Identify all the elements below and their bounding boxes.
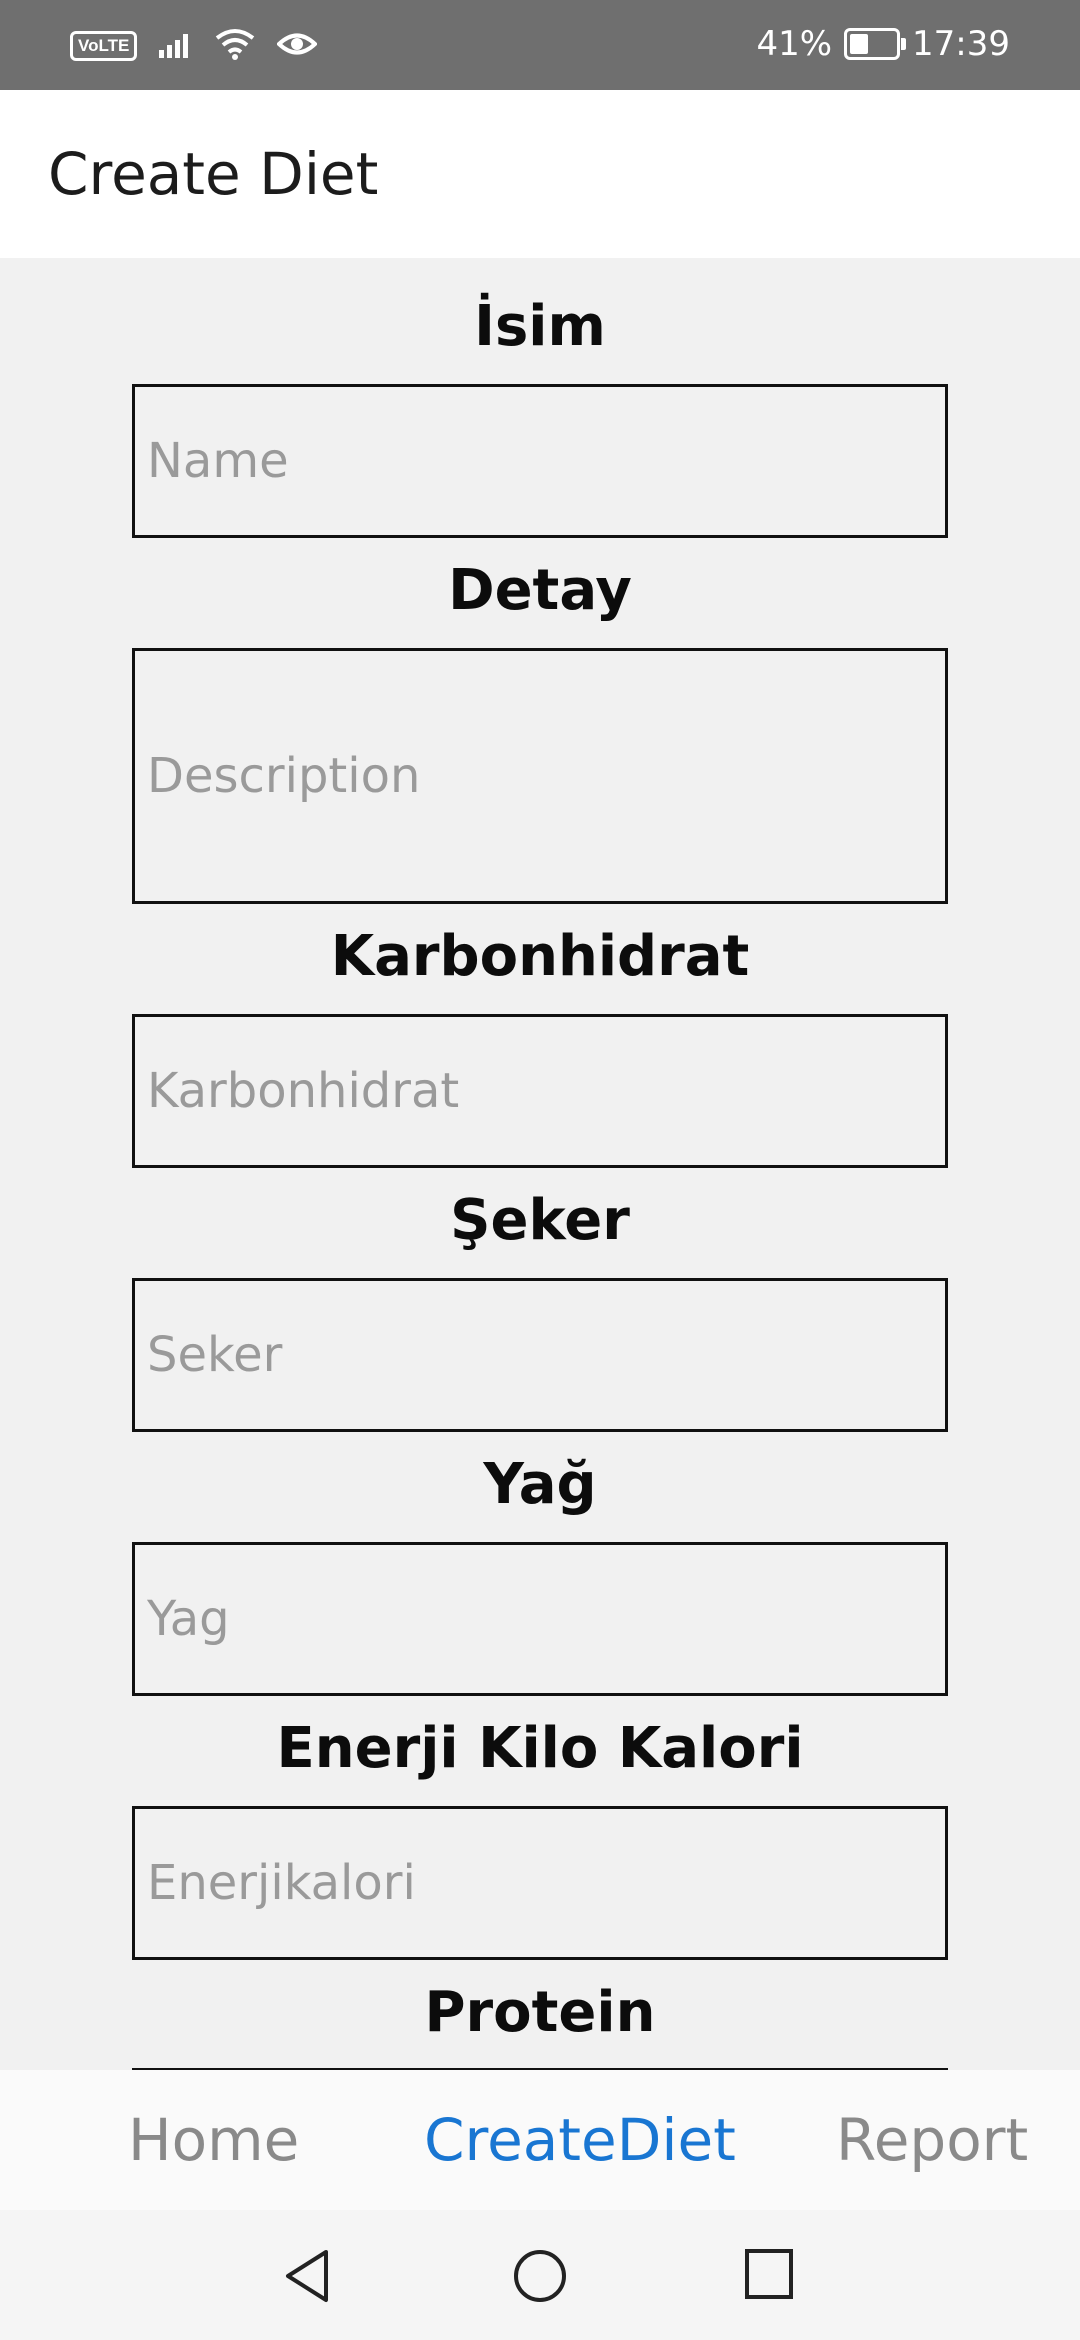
name-input[interactable]: Name bbox=[132, 384, 948, 538]
nav-report[interactable]: Report bbox=[836, 2106, 1028, 2174]
home-icon[interactable] bbox=[512, 2248, 568, 2308]
label-protein: Protein bbox=[424, 1980, 656, 2045]
wifi-icon bbox=[215, 28, 255, 64]
fat-input[interactable]: Yag bbox=[132, 1542, 948, 1696]
carbohydrate-input[interactable]: Karbonhidrat bbox=[132, 1014, 948, 1168]
nav-create-diet[interactable]: CreateDiet bbox=[424, 2106, 736, 2174]
app-bar: Create Diet bbox=[0, 90, 1080, 258]
label-sugar: Şeker bbox=[450, 1188, 630, 1253]
nav-home[interactable]: Home bbox=[128, 2106, 299, 2174]
clock: 17:39 bbox=[912, 24, 1010, 64]
signal-icon bbox=[159, 30, 193, 62]
label-carbohydrate: Karbonhidrat bbox=[330, 924, 750, 989]
description-input[interactable]: Description bbox=[132, 648, 948, 904]
eye-icon bbox=[276, 29, 319, 63]
battery-percent: 41% bbox=[756, 24, 833, 64]
bottom-navigation: Home CreateDiet Report bbox=[0, 2070, 1080, 2210]
status-left-icons: VoLTE bbox=[70, 28, 319, 64]
label-description: Detay bbox=[448, 558, 632, 623]
back-icon[interactable] bbox=[282, 2248, 332, 2308]
volte-icon: VoLTE bbox=[70, 31, 138, 61]
battery-fill bbox=[850, 34, 869, 54]
sugar-input[interactable]: Seker bbox=[132, 1278, 948, 1432]
status-bar: VoLTE 41% 17:39 bbox=[0, 0, 1080, 90]
create-diet-form: İsim Name Detay Description Karbonhidrat… bbox=[0, 258, 1080, 2070]
recents-icon[interactable] bbox=[744, 2248, 794, 2304]
label-name: İsim bbox=[474, 294, 606, 359]
page-title: Create Diet bbox=[48, 140, 379, 208]
battery-charging-icon bbox=[844, 28, 907, 60]
energy-kcal-input[interactable]: Enerjikalori bbox=[132, 1806, 948, 1960]
system-navigation-bar bbox=[0, 2210, 1080, 2340]
label-energy-kcal: Enerji Kilo Kalori bbox=[276, 1716, 804, 1781]
label-fat: Yağ bbox=[483, 1452, 597, 1517]
status-right: 41% 17:39 bbox=[756, 24, 1010, 64]
